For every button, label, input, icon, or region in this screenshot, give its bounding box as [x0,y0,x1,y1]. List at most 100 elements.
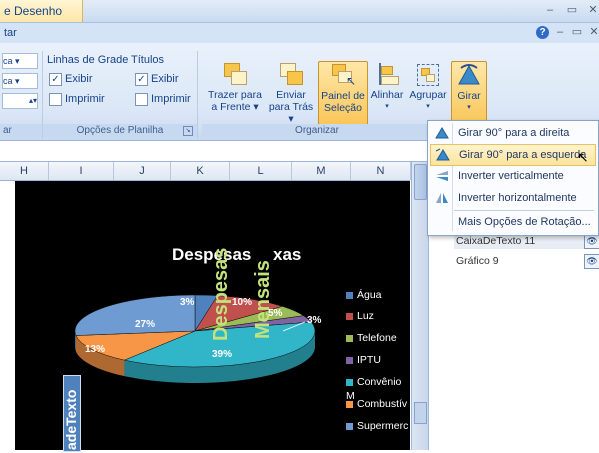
legend-swatch [346,291,353,299]
selection-pane-button[interactable]: ↖ Painel de Seleção [318,61,368,125]
contextual-tab-header: e Desenho [0,0,83,22]
menu-item-rotate-left[interactable]: Girar 90° para a esquerda ↖ [430,144,596,166]
menu-item-more-rotation-options[interactable]: Mais Opções de Rotação... [430,212,594,232]
group-label-2: ▾ [426,103,430,110]
align-button[interactable]: Alinhar ▾ [368,61,406,123]
column-header[interactable]: K [171,162,230,180]
send-to-back-label-1: Enviar [276,89,306,101]
data-label: 13% [85,344,106,355]
rotate-button[interactable]: Girar ▾ [451,61,487,125]
menu-item-label: Girar 90° para a esquerda [459,149,587,161]
column-header[interactable]: J [114,162,171,180]
formula-bar[interactable] [0,141,430,162]
vertical-textbox[interactable]: adeTexto [63,375,81,452]
pane-row[interactable]: CaixaDeTexto 11 👁 [454,234,599,249]
data-label: 27% [135,319,156,330]
eye-icon[interactable]: 👁 [584,234,599,249]
menu-item-flip-horizontal[interactable]: Inverter horizontalmente [430,188,594,208]
bring-to-front-button[interactable]: Trazer para a Frente ▾ [205,61,265,123]
send-backward-icon [277,61,305,87]
legend-label: Luz [357,310,374,322]
legend-label: Água [357,289,382,301]
rotate-label-1: Girar [457,90,481,102]
vertical-scrollbar[interactable] [411,162,428,450]
mouse-cursor-icon: ↖ [577,149,589,165]
pie-chart[interactable]: Despesas xas Despesas Mensais adeTexto 3… [15,181,410,452]
tab-format[interactable]: tar [4,27,17,39]
legend-item: Supermerc [346,419,408,433]
eye-icon[interactable]: 👁 [584,254,599,269]
minimize-button[interactable]: – [543,3,557,17]
headings-print-checkbox[interactable] [135,93,148,106]
restore-button[interactable]: ▭ [565,3,579,17]
chart-title-part-2: xas [273,245,302,264]
vertical-text-despesas[interactable]: Despesas [210,231,233,341]
legend-swatch [346,400,353,408]
column-header[interactable]: M [292,162,351,180]
legend-label: Combustív [357,398,408,410]
headings-view-checkbox[interactable]: ✓ [135,73,148,86]
close-button[interactable]: ✕ [586,3,599,17]
column-header[interactable]: H [0,162,49,180]
window-title: e Desenho [4,4,63,18]
group-sheet-options: Linhas de Grade Títulos ✓ Exibir ✓ Exibi… [43,51,198,139]
rotate-icon [455,62,483,88]
ribbon-minimize-button[interactable]: – [553,25,567,39]
data-label: 3% [180,297,195,308]
legend-label: Telefone [357,332,397,344]
data-label: 3% [307,315,322,326]
column-header[interactable]: N [351,162,411,180]
menu-item-rotate-right[interactable]: Girar 90° para a direita [430,123,594,143]
menu-item-label: Mais Opções de Rotação... [458,216,591,228]
align-label-1: Alinhar [370,89,404,101]
legend-swatch [346,356,353,364]
combo-partial-2[interactable]: ca ▾ [2,73,38,89]
legend-item: Convênio M [346,375,410,402]
flip-horizontal-icon [434,191,450,205]
group-button[interactable]: Agrupar ▾ [407,61,449,123]
legend-swatch [346,378,353,386]
help-icon[interactable]: ? [536,26,549,39]
pane-item-label: Gráfico 9 [456,255,499,267]
legend-swatch [346,334,353,342]
menu-item-label: Inverter horizontalmente [458,192,577,204]
pane-row[interactable]: Gráfico 9 👁 [454,254,599,269]
menu-item-flip-vertical[interactable]: Inverter verticalmente [430,166,594,186]
ribbon-close-button[interactable]: ✕ [587,25,599,39]
group-label-1: Agrupar [409,89,447,101]
column-headers: H I J K L M N [0,162,411,181]
column-header[interactable]: L [230,162,292,180]
scrollbar-thumb[interactable] [414,164,427,200]
dialog-launcher-icon[interactable]: ↘ [183,126,193,136]
selection-pane-icon: ↖ [329,62,357,88]
group-label-sheet-options: Opções de Planilha [43,124,197,137]
gridlines-view-checkbox[interactable]: ✓ [49,73,62,86]
group-label-arrange: Organizar [202,124,432,137]
legend-item: IPTU [346,353,381,367]
gridlines-print-checkbox[interactable] [49,93,62,106]
title-bar: e Desenho – ▭ ✕ [0,0,599,23]
group-icon [414,61,442,87]
bring-forward-icon [221,61,249,87]
scrollbar-grip[interactable] [414,402,427,424]
legend-item: Água [346,288,382,302]
menu-item-label: Inverter verticalmente [458,170,564,182]
send-to-back-button[interactable]: Enviar para Trás ▾ [265,61,317,125]
rotate-right-icon [434,126,450,140]
menu-separator [454,210,594,211]
spinner-partial[interactable]: ▴▾ [2,93,38,109]
bring-to-front-label-2: a Frente ▾ [211,101,259,113]
vertical-text-mensais[interactable]: Mensais [252,229,275,339]
legend-swatch [346,422,353,430]
legend-item: Combustív [346,397,407,411]
legend-item: Luz [346,309,374,323]
column-header[interactable]: I [49,162,114,180]
rotate-dropdown-menu: Girar 90° para a direita Girar 90° para … [427,120,599,236]
send-to-back-label-2: para Trás ▾ [268,101,314,125]
gridlines-heading: Linhas de Grade [47,54,129,66]
rotate-label-2: ▾ [467,104,471,111]
ribbon-restore-button[interactable]: ▭ [570,25,584,39]
headings-print-label: Imprimir [151,93,191,105]
combo-partial-1[interactable]: ca ▾ [2,53,38,69]
menu-item-label: Girar 90° para a direita [458,127,570,139]
